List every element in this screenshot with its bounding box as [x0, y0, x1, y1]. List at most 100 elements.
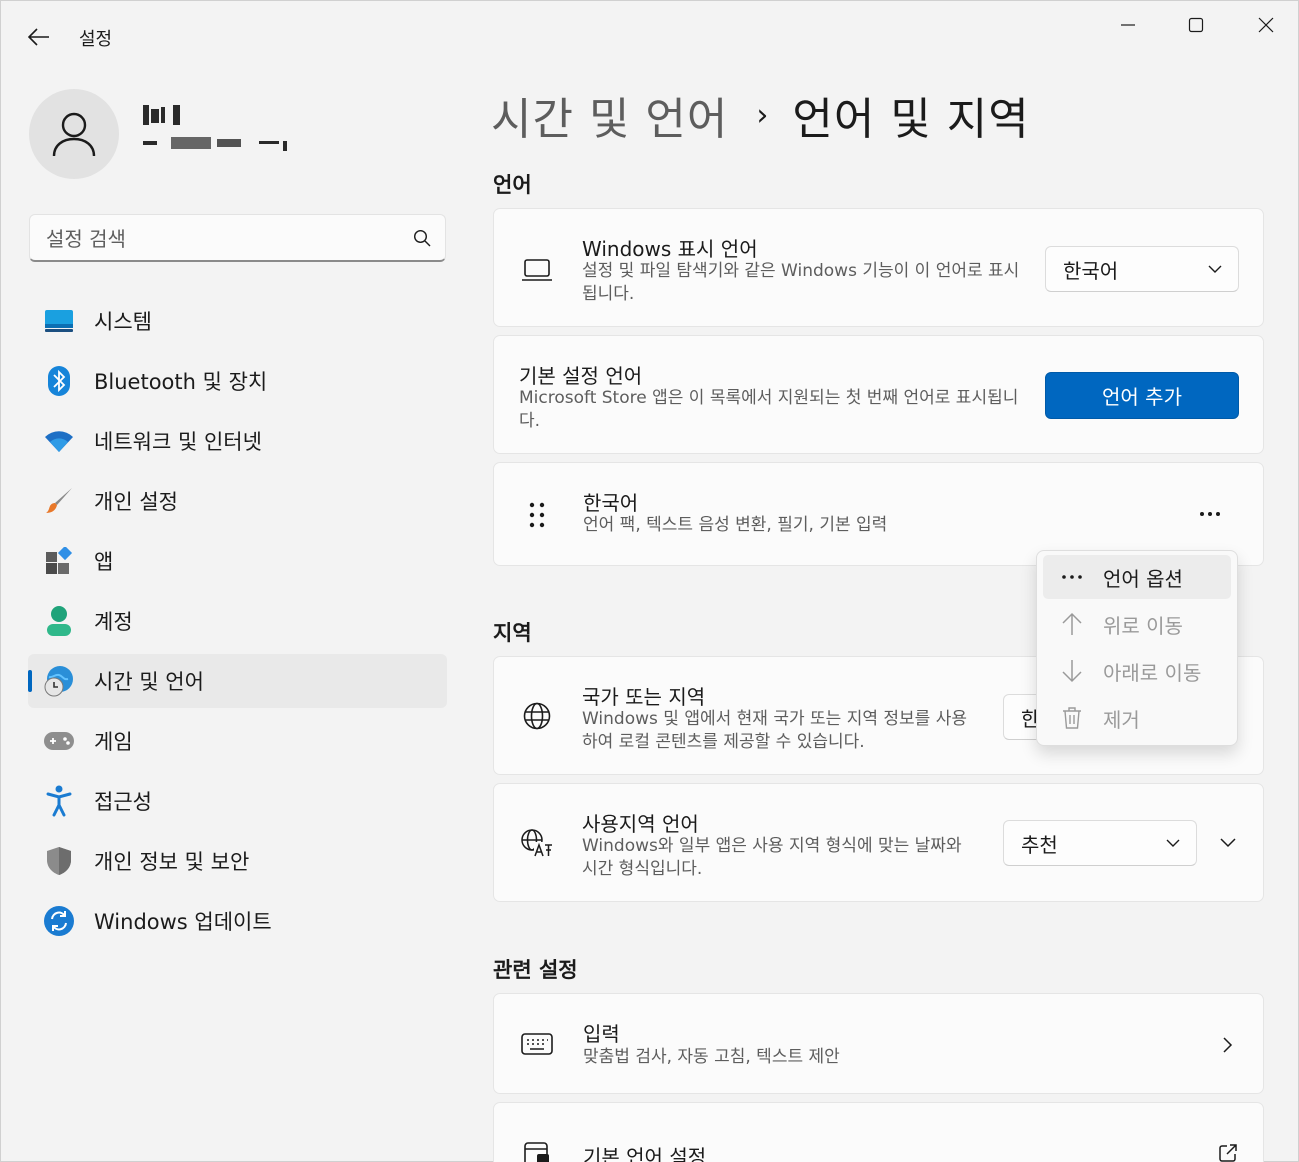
- typing-card[interactable]: 입력 맞춤법 검사, 자동 고침, 텍스트 제안: [493, 993, 1264, 1094]
- sidebar-item-network[interactable]: 네트워크 및 인터넷: [28, 414, 447, 468]
- sidebar-item-label: 개인 정보 및 보안: [94, 850, 250, 874]
- section-title-related: 관련 설정: [493, 958, 578, 982]
- search-icon: [413, 229, 431, 246]
- regional-format-title: 사용지역 언어: [582, 812, 699, 836]
- open-external-icon: [1219, 1144, 1237, 1162]
- country-region-desc: Windows 및 앱에서 현재 국가 또는 지역 정보를 사용하여 로컬 콘텐…: [582, 709, 967, 752]
- gamepad-icon: [42, 724, 76, 758]
- display-language-card: Windows 표시 언어 설정 및 파일 탐색기와 같은 Windows 기능…: [493, 208, 1264, 327]
- sidebar-item-time-language[interactable]: 시간 및 언어: [28, 654, 447, 708]
- menu-item-language-options[interactable]: 언어 옵션: [1043, 555, 1231, 599]
- admin-language-icon: [520, 1137, 554, 1162]
- admin-language-title: 기본 언어 설정: [583, 1145, 707, 1162]
- menu-item-label: 위로 이동: [1103, 613, 1183, 638]
- title-bar: 설정: [1, 1, 1298, 71]
- regional-format-dropdown[interactable]: 추천: [1003, 820, 1197, 866]
- minimize-icon: [1121, 24, 1135, 26]
- maximize-icon: [1188, 17, 1204, 33]
- menu-item-label: 아래로 이동: [1103, 660, 1202, 685]
- section-title-region: 지역: [493, 621, 532, 645]
- drag-handle-icon[interactable]: [520, 498, 554, 532]
- regional-format-desc: Windows와 일부 앱은 사용 지역 형식에 맞는 날짜와 시간 형식입니다…: [582, 836, 962, 879]
- user-email-redacted: [143, 135, 293, 151]
- sidebar-item-bluetooth[interactable]: Bluetooth 및 장치: [28, 354, 447, 408]
- sidebar-item-system[interactable]: 시스템: [28, 294, 447, 348]
- trash-icon: [1059, 705, 1085, 731]
- preferred-languages-desc: Microsoft Store 앱은 이 목록에서 지원되는 첫 번째 언어로 …: [519, 388, 1019, 431]
- sidebar-item-label: 계정: [94, 610, 133, 634]
- expand-button[interactable]: [1210, 825, 1246, 861]
- laptop-icon: [520, 253, 554, 287]
- update-icon: [42, 904, 76, 938]
- apps-icon: [42, 544, 76, 578]
- search-input[interactable]: 설정 검색: [46, 223, 413, 252]
- menu-item-move-up[interactable]: 위로 이동: [1043, 602, 1231, 646]
- dropdown-value: 한국어: [1063, 258, 1119, 283]
- display-language-dropdown[interactable]: 한국어: [1045, 246, 1239, 292]
- sidebar-item-gaming[interactable]: 게임: [28, 714, 447, 768]
- sidebar-item-label: 네트워크 및 인터넷: [94, 430, 262, 454]
- sidebar-item-label: Bluetooth 및 장치: [94, 370, 268, 394]
- system-icon: [42, 304, 76, 338]
- sidebar-item-accessibility[interactable]: 접근성: [28, 774, 447, 828]
- breadcrumb: 시간 및 언어 › 언어 및 지역: [491, 83, 1030, 147]
- chevron-down-icon: [1166, 839, 1180, 847]
- sidebar-item-personalization[interactable]: 개인 설정: [28, 474, 447, 528]
- dropdown-value: 추천: [1021, 832, 1058, 857]
- sidebar-nav: 시스템 Bluetooth 및 장치 네트워크 및 인터넷 개인 설정 앱 계정…: [28, 294, 447, 954]
- settings-window: 설정 설정 검색 시스템 Bluetooth 및 장치 네트워크 및 인터넷 개…: [0, 0, 1299, 1162]
- korean-language-desc: 언어 팩, 텍스트 음성 변환, 필기, 기본 입력: [583, 515, 888, 535]
- sidebar-item-label: 시스템: [94, 310, 152, 334]
- preferred-languages-card: 기본 설정 언어 Microsoft Store 앱은 이 목록에서 지원되는 …: [493, 335, 1264, 454]
- typing-desc: 맞춤법 검사, 자동 고침, 텍스트 제안: [583, 1047, 840, 1067]
- typing-navigate-button[interactable]: [1210, 1027, 1246, 1063]
- time-language-icon: [42, 664, 76, 698]
- sidebar-item-windows-update[interactable]: Windows 업데이트: [28, 894, 447, 948]
- page-title: 언어 및 지역: [792, 94, 1030, 145]
- admin-language-card[interactable]: 기본 언어 설정: [493, 1102, 1264, 1162]
- account-icon: [42, 604, 76, 638]
- sidebar-item-label: 접근성: [94, 790, 152, 814]
- sidebar-item-accounts[interactable]: 계정: [28, 594, 447, 648]
- sidebar-item-apps[interactable]: 앱: [28, 534, 447, 588]
- brush-icon: [42, 484, 76, 518]
- menu-item-move-down[interactable]: 아래로 이동: [1043, 649, 1231, 693]
- wifi-icon: [42, 424, 76, 458]
- section-title-language: 언어: [493, 173, 532, 197]
- preferred-languages-title: 기본 설정 언어: [519, 364, 643, 388]
- language-more-button[interactable]: [1192, 496, 1228, 532]
- open-external-button[interactable]: [1210, 1135, 1246, 1162]
- typing-title: 입력: [583, 1022, 620, 1046]
- user-name-redacted: [143, 105, 183, 125]
- breadcrumb-parent[interactable]: 시간 및 언어: [491, 83, 728, 147]
- chevron-down-icon: [1220, 838, 1236, 848]
- back-button[interactable]: [23, 23, 55, 51]
- chevron-right-icon: [1223, 1037, 1233, 1053]
- globe-icon: [520, 699, 554, 733]
- menu-item-label: 제거: [1103, 707, 1140, 732]
- minimize-button[interactable]: [1105, 9, 1151, 41]
- arrow-up-icon: [1059, 611, 1085, 637]
- avatar[interactable]: [29, 89, 119, 179]
- display-language-title: Windows 표시 언어: [582, 237, 758, 261]
- sidebar-item-label: 게임: [94, 730, 133, 754]
- sidebar-item-privacy[interactable]: 개인 정보 및 보안: [28, 834, 447, 888]
- maximize-button[interactable]: [1173, 9, 1219, 41]
- close-icon: [1258, 17, 1274, 33]
- close-button[interactable]: [1243, 9, 1289, 41]
- breadcrumb-separator: ›: [756, 97, 769, 133]
- regional-format-card: 사용지역 언어 Windows와 일부 앱은 사용 지역 형식에 맞는 날짜와 …: [493, 783, 1264, 902]
- more-icon: [1200, 512, 1220, 516]
- menu-item-label: 언어 옵션: [1103, 566, 1183, 591]
- korean-language-title: 한국어: [583, 491, 639, 515]
- sidebar-item-label: 앱: [94, 550, 114, 574]
- search-box[interactable]: 설정 검색: [29, 214, 446, 262]
- menu-item-remove[interactable]: 제거: [1043, 696, 1231, 740]
- sidebar-item-label: Windows 업데이트: [94, 910, 272, 934]
- app-title: 설정: [79, 29, 113, 50]
- display-language-desc: 설정 및 파일 탐색기와 같은 Windows 기능이 이 언어로 표시됩니다.: [582, 261, 1020, 304]
- back-arrow-icon: [28, 28, 49, 46]
- language-context-menu: 언어 옵션 위로 이동 아래로 이동 제거: [1036, 550, 1238, 746]
- user-icon: [52, 112, 96, 157]
- add-language-button[interactable]: 언어 추가: [1045, 372, 1239, 419]
